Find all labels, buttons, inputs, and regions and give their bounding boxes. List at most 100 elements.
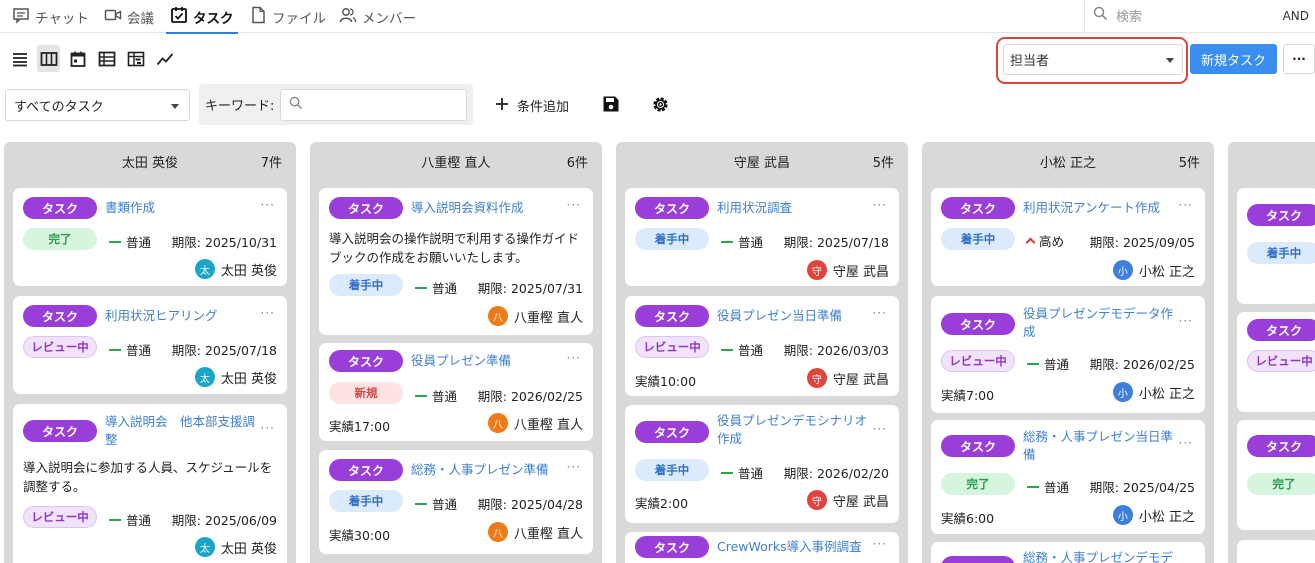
status-badge[interactable]: レビュー中 [635, 336, 709, 358]
card-menu-icon[interactable]: ··· [1179, 198, 1193, 212]
status-badge[interactable]: レビュー中 [1247, 350, 1315, 372]
task-card[interactable]: タスク CrewWorks導入事例調査 ··· [625, 532, 899, 563]
card-menu-icon[interactable]: ··· [873, 198, 887, 212]
task-title-link[interactable]: 利用状況ヒアリング [105, 307, 259, 325]
gantt-view-icon[interactable] [124, 45, 147, 72]
task-title-link[interactable]: 役員プレゼン準備 [411, 352, 565, 370]
task-card[interactable]: タスク 完了 [1237, 420, 1315, 530]
keyword-input[interactable] [280, 88, 468, 121]
actual-hours: 実績2:00 [635, 496, 689, 511]
task-title-link[interactable]: 書類作成 [105, 199, 259, 217]
card-menu-icon[interactable]: ··· [261, 306, 275, 320]
status-badge[interactable]: 着手中 [941, 228, 1015, 250]
task-scope-select[interactable]: すべてのタスク [5, 89, 190, 121]
card-menu-icon[interactable]: ··· [873, 306, 887, 320]
task-description: 導入説明会に参加する人員、スケジュールを調整する。 [23, 460, 273, 494]
more-options-button[interactable]: ··· [1283, 44, 1315, 74]
task-card[interactable]: タスク 利用状況ヒアリング ··· レビュー中 普通 期限: 2025/07/1… [13, 296, 287, 394]
due-date: 期限: 2025/09/05 [1089, 235, 1195, 250]
task-title-link[interactable]: 総務・人事プレゼン準備 [411, 461, 565, 479]
card-menu-icon[interactable]: ··· [261, 421, 275, 435]
task-card[interactable]: タスク 導入説明会資料作成 ··· 導入説明会の操作説明で利用する操作ガイドブッ… [319, 188, 593, 335]
task-title-link[interactable]: 総務・人事プレゼン当日準備 [1023, 428, 1177, 464]
task-title-link[interactable]: 導入説明会資料作成 [411, 199, 565, 217]
task-card[interactable]: タスク 役員プレゼンデモシナリオ作成 ··· 着手中 普通 期限: 2026/0… [625, 405, 899, 523]
status-badge[interactable]: 完了 [941, 473, 1015, 495]
card-menu-icon[interactable]: ··· [567, 351, 581, 365]
new-task-button[interactable]: 新規タスク [1190, 44, 1277, 74]
task-card[interactable]: 総務・人事プレゼンデモデ [931, 542, 1205, 563]
priority: 普通 [721, 463, 763, 482]
card-menu-icon[interactable]: ··· [1179, 314, 1193, 328]
status-badge[interactable]: 着手中 [329, 490, 403, 512]
task-type-tag: タスク [329, 350, 403, 372]
status-badge[interactable]: 着手中 [635, 459, 709, 481]
priority: 普通 [109, 510, 151, 529]
task-type-tag: タスク [635, 421, 709, 443]
status-badge[interactable]: 着手中 [635, 228, 709, 250]
add-condition-button[interactable]: 条件追加 [495, 96, 569, 115]
list-view-icon[interactable] [8, 45, 31, 72]
task-title-link[interactable]: 利用状況アンケート作成 [1023, 199, 1177, 217]
task-card[interactable]: タスク 役員プレゼンデモデータ作成 ··· レビュー中 普通 期限: 2026/… [931, 296, 1205, 413]
tab-chat[interactable]: チャット [12, 0, 89, 33]
tab-members[interactable]: メンバー [339, 0, 416, 33]
task-card[interactable]: タスク 書類作成 ··· 完了 普通 期限: 2025/10/31 太太田 英俊 [13, 188, 287, 286]
task-card[interactable]: タスク 役員プレゼン当日準備 ··· レビュー中 普通 期限: 2026/03/… [625, 296, 899, 396]
card-menu-icon[interactable]: ··· [873, 537, 887, 551]
card-menu-icon[interactable]: ··· [261, 198, 275, 212]
card-menu-icon[interactable]: ··· [567, 460, 581, 474]
avatar: 太 [194, 367, 215, 387]
calendar-view-icon[interactable] [66, 45, 89, 72]
task-title-link[interactable]: 導入説明会 他本部支援調整 [105, 413, 259, 449]
owner-name: 守屋 武昌 [832, 264, 889, 280]
avatar: 守 [806, 260, 827, 280]
task-title-link[interactable]: 役員プレゼンデモデータ作成 [1023, 305, 1177, 341]
task-card[interactable]: タスク 着手中 [1237, 188, 1315, 304]
column-header: 守屋 武昌 5件 [616, 152, 908, 172]
tab-task[interactable]: タスク [166, 0, 237, 34]
task-card[interactable]: タスク 総務・人事プレゼン当日準備 ··· 完了 普通 期限: 2025/04/… [931, 420, 1205, 534]
task-card[interactable]: タスク 利用状況調査 ··· 着手中 普通 期限: 2025/07/18 守守屋… [625, 188, 899, 286]
search-mode[interactable]: AND [1283, 9, 1309, 23]
gear-icon[interactable] [651, 95, 670, 114]
table-view-icon[interactable] [95, 45, 118, 72]
task-card[interactable]: タスク 総務・人事プレゼン準備 ··· 着手中 普通 期限: 2025/04/2… [319, 450, 593, 554]
status-badge[interactable]: 完了 [1247, 473, 1315, 495]
status-badge[interactable]: 着手中 [329, 274, 403, 296]
status-badge[interactable]: レビュー中 [941, 350, 1015, 372]
assignee-select[interactable]: 担当者 [1003, 44, 1183, 75]
status-badge[interactable]: 完了 [23, 228, 97, 250]
task-title-link[interactable]: 役員プレゼンデモシナリオ作成 [717, 412, 871, 448]
status-badge[interactable]: レビュー中 [23, 506, 97, 528]
owner-name: 小松 正之 [1138, 386, 1195, 402]
due-date: 期限: 2025/04/25 [1089, 480, 1195, 495]
board-column: 八重樫 直人 6件 タスク 導入説明会資料作成 ··· 導入説明会の操作説明で利… [310, 142, 602, 563]
task-card[interactable]: タスク 導入説明会 他本部支援調整 ··· 導入説明会に参加する人員、スケジュー… [13, 404, 287, 563]
search-icon [1093, 6, 1108, 25]
task-title-link[interactable]: 役員プレゼン当日準備 [717, 307, 871, 325]
task-title-link[interactable]: CrewWorks導入事例調査 [717, 538, 871, 556]
avatar: 太 [194, 259, 215, 279]
search-input[interactable]: 検索 AND [1084, 0, 1315, 31]
task-card[interactable]: タスク レビュー中 [1237, 312, 1315, 412]
chart-view-icon[interactable] [153, 45, 176, 72]
tab-file[interactable]: ファイル [249, 0, 326, 33]
tab-meeting[interactable]: 会議 [104, 0, 154, 33]
task-card[interactable] [1237, 540, 1315, 563]
priority-normal-icon [109, 518, 121, 521]
task-title-link[interactable]: 総務・人事プレゼンデモデ [1023, 549, 1177, 563]
card-menu-icon[interactable]: ··· [873, 422, 887, 436]
card-menu-icon[interactable]: ··· [567, 198, 581, 212]
task-card[interactable]: タスク 役員プレゼン準備 ··· 新規 普通 期限: 2026/02/25 実績… [319, 343, 593, 441]
card-menu-icon[interactable]: ··· [1179, 436, 1193, 450]
status-badge[interactable]: レビュー中 [23, 336, 97, 358]
status-badge[interactable]: 新規 [329, 382, 403, 404]
status-badge[interactable]: 着手中 [1247, 242, 1315, 264]
priority-label: 普通 [126, 235, 152, 250]
task-title-link[interactable]: 利用状況調査 [717, 199, 871, 217]
board-view-icon[interactable] [37, 45, 60, 72]
save-icon[interactable] [602, 95, 620, 113]
avatar: 太 [194, 537, 215, 557]
task-card[interactable]: タスク 利用状況アンケート作成 ··· 着手中 高め 期限: 2025/09/0… [931, 188, 1205, 286]
